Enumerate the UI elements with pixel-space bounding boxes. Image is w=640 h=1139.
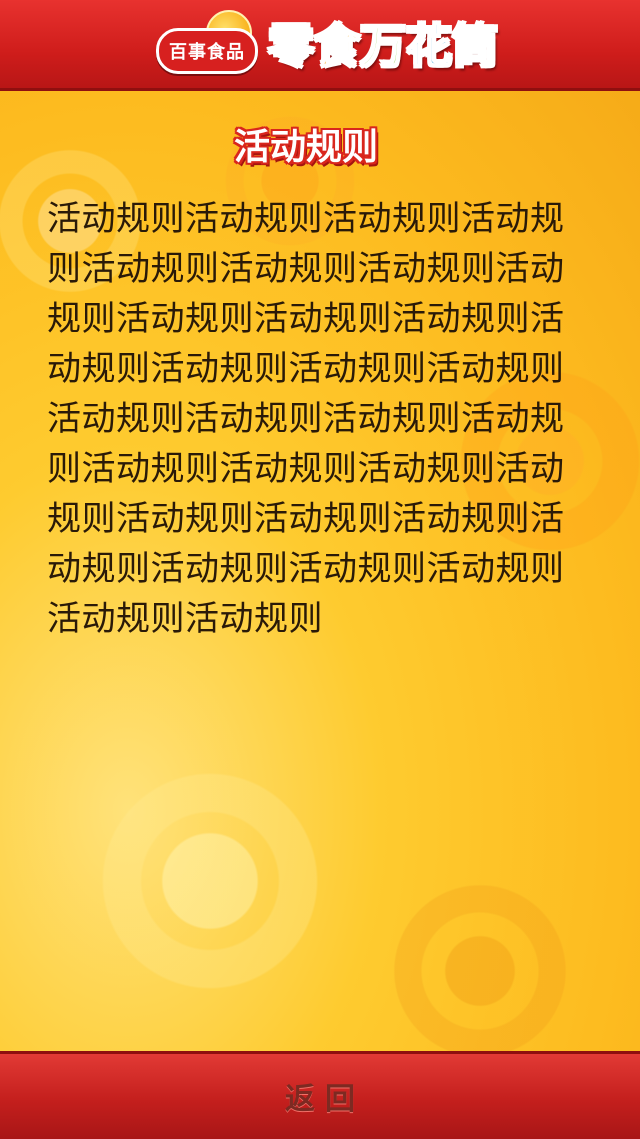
rules-panel: 活动规则 活动规则活动规则活动规则活动规则活动规则活动规则活动规则活动规则活动规… bbox=[0, 91, 640, 1051]
title-char: 零 bbox=[267, 18, 315, 74]
app-header: 百事食品 零 食 万 花 筒 bbox=[0, 0, 640, 91]
app-footer: 返回 bbox=[0, 1051, 640, 1139]
pepsi-food-logo: 百事食品 bbox=[156, 10, 258, 74]
title-char: 筒 bbox=[451, 18, 499, 74]
title-char: 万 bbox=[359, 18, 407, 74]
rules-body-text: 活动规则活动规则活动规则活动规则活动规则活动规则活动规则活动规则活动规则活动规则… bbox=[47, 199, 565, 639]
background-flower-pattern bbox=[60, 731, 360, 1031]
logo-badge: 百事食品 bbox=[156, 28, 258, 74]
title-char: 食 bbox=[313, 18, 361, 74]
brand-banner: 百事食品 零 食 万 花 筒 bbox=[156, 4, 499, 82]
back-button[interactable]: 返回 bbox=[250, 1068, 390, 1124]
logo-text: 百事食品 bbox=[169, 42, 245, 63]
back-button-label: 返回 bbox=[285, 1082, 365, 1117]
app-title: 零 食 万 花 筒 bbox=[267, 16, 499, 76]
background-flower-pattern bbox=[360, 851, 600, 1051]
rules-title: 活动规则 bbox=[233, 127, 378, 168]
title-char: 花 bbox=[405, 18, 453, 74]
